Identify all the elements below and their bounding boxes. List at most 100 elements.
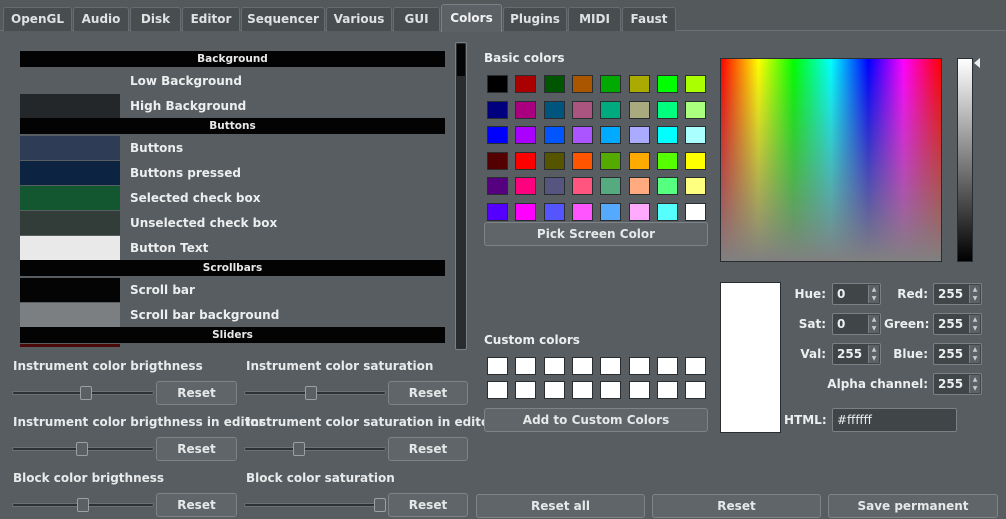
color-list-scrollbar[interactable] (455, 42, 467, 350)
basic-color-cell[interactable] (571, 151, 593, 170)
slider-handle[interactable] (76, 442, 88, 456)
basic-color-cell[interactable] (543, 126, 565, 144)
alpha-spinbox[interactable]: 255 ▲ ▼ (933, 373, 982, 395)
basic-color-cell[interactable] (685, 100, 707, 119)
custom-color-cell[interactable] (600, 357, 622, 375)
instr-brightness-editor-slider[interactable] (12, 437, 154, 461)
basic-color-cell[interactable] (656, 177, 678, 195)
color-row[interactable]: Buttons pressed (20, 161, 445, 186)
custom-color-cell[interactable] (515, 357, 537, 375)
tab-audio[interactable]: Audio (73, 7, 129, 31)
reset-all-button[interactable]: Reset all (476, 494, 645, 518)
basic-color-cell[interactable] (656, 100, 678, 119)
color-list[interactable]: Background Low Background High Backgroun… (14, 40, 452, 347)
color-row[interactable]: Button Text (20, 236, 445, 261)
basic-color-cell[interactable] (628, 75, 650, 93)
custom-color-cell[interactable] (571, 381, 593, 399)
spin-arrows-icon[interactable]: ▲ ▼ (868, 315, 879, 333)
scrollbar-thumb[interactable] (457, 44, 465, 76)
basic-color-cell[interactable] (571, 126, 593, 144)
basic-color-cell[interactable] (656, 126, 678, 144)
block-saturation-reset-button[interactable]: Reset (388, 493, 468, 517)
custom-color-cell[interactable] (543, 381, 565, 399)
basic-color-cell[interactable] (571, 75, 593, 93)
save-permanent-button[interactable]: Save permanent (828, 494, 998, 518)
basic-color-cell[interactable] (543, 100, 565, 119)
custom-color-cell[interactable] (543, 357, 565, 375)
basic-color-cell[interactable] (628, 126, 650, 144)
basic-color-cell[interactable] (543, 151, 565, 170)
tab-colors[interactable]: Colors (441, 4, 502, 32)
color-row[interactable]: Low Background (20, 69, 445, 94)
basic-color-cell[interactable] (571, 177, 593, 195)
tab-various[interactable]: Various (326, 7, 392, 31)
basic-color-cell[interactable] (543, 202, 565, 221)
block-saturation-slider[interactable] (244, 493, 386, 517)
basic-color-cell[interactable] (515, 202, 537, 221)
instr-saturation-editor-reset-button[interactable]: Reset (388, 437, 468, 461)
basic-color-cell[interactable] (656, 151, 678, 170)
color-row-partial[interactable] (20, 344, 445, 347)
basic-color-cell[interactable] (487, 177, 508, 195)
basic-color-cell[interactable] (600, 75, 622, 93)
custom-color-cell[interactable] (685, 381, 707, 399)
basic-color-cell[interactable] (515, 100, 537, 119)
basic-color-cell[interactable] (628, 151, 650, 170)
spin-arrows-icon[interactable]: ▲ ▼ (969, 345, 980, 363)
hue-spinbox[interactable]: 0 ▲ ▼ (832, 283, 881, 305)
basic-color-cell[interactable] (685, 202, 707, 221)
spin-arrows-icon[interactable]: ▲ ▼ (868, 345, 879, 363)
tab-disk[interactable]: Disk (130, 7, 181, 31)
tab-opengl[interactable]: OpenGL (3, 7, 72, 31)
custom-color-cell[interactable] (628, 357, 650, 375)
basic-color-cell[interactable] (685, 151, 707, 170)
red-spinbox[interactable]: 255 ▲ ▼ (933, 283, 982, 305)
custom-color-cell[interactable] (656, 381, 678, 399)
color-row[interactable]: High Background (20, 94, 445, 119)
color-row[interactable]: Scroll bar background (20, 303, 445, 328)
basic-color-cell[interactable] (685, 126, 707, 144)
color-row[interactable]: Scroll bar (20, 278, 445, 303)
color-row[interactable]: Selected check box (20, 186, 445, 211)
color-row[interactable]: Unselected check box (20, 211, 445, 236)
custom-color-cell[interactable] (571, 357, 593, 375)
spin-arrows-icon[interactable]: ▲ ▼ (969, 285, 980, 303)
custom-color-cell[interactable] (656, 357, 678, 375)
basic-color-cell[interactable] (571, 100, 593, 119)
basic-color-cell[interactable] (656, 202, 678, 221)
basic-color-cell[interactable] (487, 75, 508, 93)
basic-color-cell[interactable] (685, 177, 707, 195)
spin-arrows-icon[interactable]: ▲ ▼ (969, 315, 980, 333)
basic-color-cell[interactable] (487, 100, 508, 119)
tab-midi[interactable]: MIDI (568, 7, 621, 31)
basic-color-cell[interactable] (515, 75, 537, 93)
custom-color-cell[interactable] (628, 381, 650, 399)
slider-handle[interactable] (80, 386, 92, 400)
basic-color-cell[interactable] (685, 75, 707, 93)
basic-color-cell[interactable] (515, 126, 537, 144)
add-to-custom-colors-button[interactable]: Add to Custom Colors (484, 408, 708, 432)
tab-editor[interactable]: Editor (182, 7, 240, 31)
basic-color-cell[interactable] (571, 202, 593, 221)
basic-color-cell[interactable] (487, 202, 508, 221)
basic-color-cell[interactable] (600, 151, 622, 170)
basic-color-cell[interactable] (628, 177, 650, 195)
reset-button[interactable]: Reset (652, 494, 821, 518)
tab-sequencer[interactable]: Sequencer (241, 7, 325, 31)
custom-color-cell[interactable] (515, 381, 537, 399)
html-color-input[interactable]: #ffffff (832, 408, 957, 432)
instr-brightness-editor-reset-button[interactable]: Reset (156, 437, 237, 461)
basic-color-cell[interactable] (515, 177, 537, 195)
block-brightness-slider[interactable] (12, 493, 154, 517)
pick-screen-color-button[interactable]: Pick Screen Color (484, 222, 708, 246)
hue-saturation-spectrum[interactable] (720, 58, 942, 262)
slider-handle[interactable] (77, 498, 89, 512)
basic-color-cell[interactable] (515, 151, 537, 170)
instr-saturation-editor-slider[interactable] (244, 437, 386, 461)
basic-color-cell[interactable] (628, 202, 650, 221)
tab-plugins[interactable]: Plugins (503, 7, 567, 31)
instr-brightness-slider[interactable] (12, 381, 154, 405)
basic-color-cell[interactable] (600, 202, 622, 221)
sat-spinbox[interactable]: 0 ▲ ▼ (832, 313, 881, 335)
basic-color-cell[interactable] (543, 177, 565, 195)
